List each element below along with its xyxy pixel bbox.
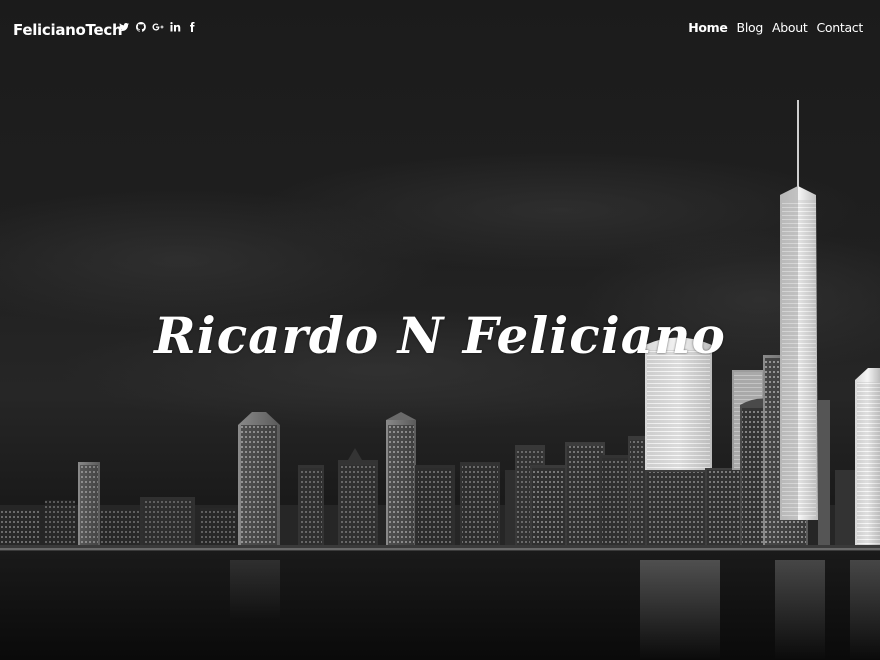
nav-link-home[interactable]: Home bbox=[688, 20, 728, 35]
nav-link-contact[interactable]: Contact bbox=[816, 20, 863, 35]
nav-link-blog[interactable]: Blog bbox=[737, 20, 764, 35]
nav-link-about[interactable]: About bbox=[772, 20, 808, 35]
google-plus-icon[interactable] bbox=[152, 20, 164, 34]
social-links bbox=[118, 20, 198, 34]
twitter-icon[interactable] bbox=[118, 20, 130, 34]
hero-section: FelicianoTech Home Blog About Contact Ri… bbox=[0, 0, 880, 660]
top-navbar: FelicianoTech Home Blog About Contact bbox=[0, 0, 880, 60]
linkedin-icon[interactable] bbox=[169, 20, 181, 34]
facebook-icon[interactable] bbox=[186, 20, 198, 34]
main-nav: Home Blog About Contact bbox=[688, 20, 863, 35]
hero-title: Ricardo N Feliciano bbox=[154, 305, 726, 365]
brand-logo[interactable]: FelicianoTech bbox=[13, 21, 123, 39]
github-icon[interactable] bbox=[135, 20, 147, 34]
